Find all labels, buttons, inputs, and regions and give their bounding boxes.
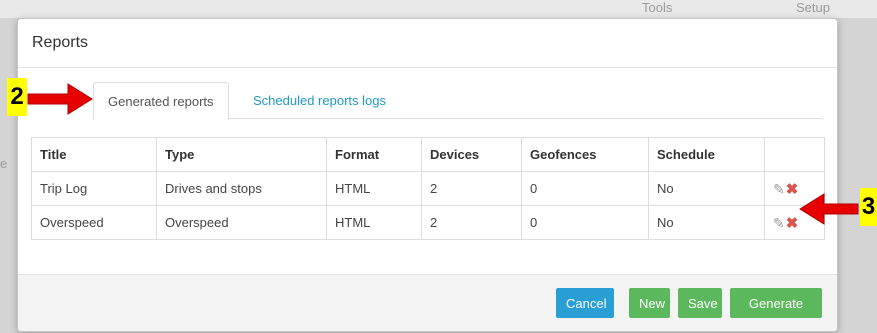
delete-icon[interactable]: ✖ [786,180,799,198]
modal-footer: Cancel New Save Generate [18,274,837,331]
modal-header: Reports [18,19,837,68]
delete-icon[interactable]: ✖ [786,214,799,232]
table-row[interactable]: Overspeed Overspeed HTML 2 0 No ✎✖ [31,205,825,240]
background-left-fragment: e [0,156,8,171]
background-toolbar [0,0,877,18]
annotation-arrow-right-icon [27,83,93,115]
column-header-devices: Devices [421,137,522,172]
annotation-marker-2: 2 [7,78,27,116]
table-header-row: Title Type Format Devices Geofences Sche… [31,137,825,172]
cell-title: Trip Log [31,171,157,206]
tab-scheduled-reports-logs[interactable]: Scheduled reports logs [239,82,400,118]
background-tools-label: Tools [642,0,673,15]
cell-geofences: 0 [521,205,649,240]
save-button[interactable]: Save [678,288,722,318]
cell-title: Overspeed [31,205,157,240]
table-row[interactable]: Trip Log Drives and stops HTML 2 0 No ✎✖ [31,171,825,206]
reports-table: Title Type Format Devices Geofences Sche… [31,137,825,240]
background-setup-label: Setup [796,0,830,15]
annotation-arrow-left-icon [799,193,859,225]
cell-devices: 2 [421,171,522,206]
cell-schedule: No [648,205,765,240]
column-header-type: Type [156,137,327,172]
cell-format: HTML [326,171,422,206]
edit-icon[interactable]: ✎ [773,215,785,232]
modal-title: Reports [32,34,89,51]
cancel-button[interactable]: Cancel [556,288,614,318]
column-header-schedule: Schedule [648,137,765,172]
cell-type: Overspeed [156,205,327,240]
cell-devices: 2 [421,205,522,240]
generate-button[interactable]: Generate [730,288,822,318]
report-tabs: Generated reports Scheduled reports logs [93,82,823,120]
cell-schedule: No [648,171,765,206]
column-header-title: Title [31,137,157,172]
cell-geofences: 0 [521,171,649,206]
cell-format: HTML [326,205,422,240]
new-button[interactable]: New [629,288,670,318]
reports-modal: Reports Generated reports Scheduled repo… [17,18,838,332]
column-header-geofences: Geofences [521,137,649,172]
cell-type: Drives and stops [156,171,327,206]
column-header-actions [764,137,825,172]
column-header-format: Format [326,137,422,172]
tab-generated-reports[interactable]: Generated reports [93,82,229,120]
edit-icon[interactable]: ✎ [773,181,785,198]
annotation-marker-3: 3 [860,188,877,226]
